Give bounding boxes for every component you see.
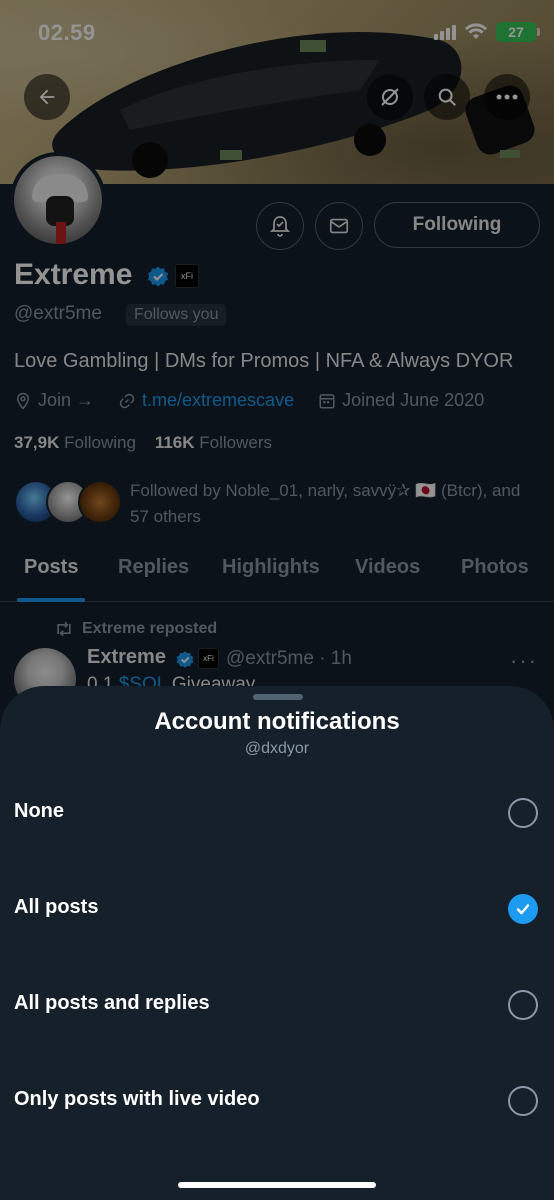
checkmark-icon [516,904,530,915]
option-label: All posts and replies [14,992,210,1014]
option-all-posts-and-replies[interactable]: All posts and replies [0,976,554,1036]
radio-unchecked-icon[interactable] [508,990,538,1020]
home-indicator[interactable] [178,1182,376,1188]
radio-checked-icon[interactable] [508,894,538,924]
option-live-video-only[interactable]: Only posts with live video [0,1072,554,1132]
radio-unchecked-icon[interactable] [508,798,538,828]
radio-unchecked-icon[interactable] [508,1086,538,1116]
account-notifications-sheet: Account notifications @dxdyor None All p… [0,686,554,1200]
option-all-posts[interactable]: All posts [0,880,554,940]
option-label: Only posts with live video [14,1088,260,1110]
option-label: All posts [14,896,99,918]
sheet-subtitle: @dxdyor [244,740,310,757]
sheet-title: Account notifications [154,708,400,735]
sheet-grabber[interactable] [253,694,303,700]
option-none[interactable]: None [0,784,554,844]
option-label: None [14,800,64,822]
